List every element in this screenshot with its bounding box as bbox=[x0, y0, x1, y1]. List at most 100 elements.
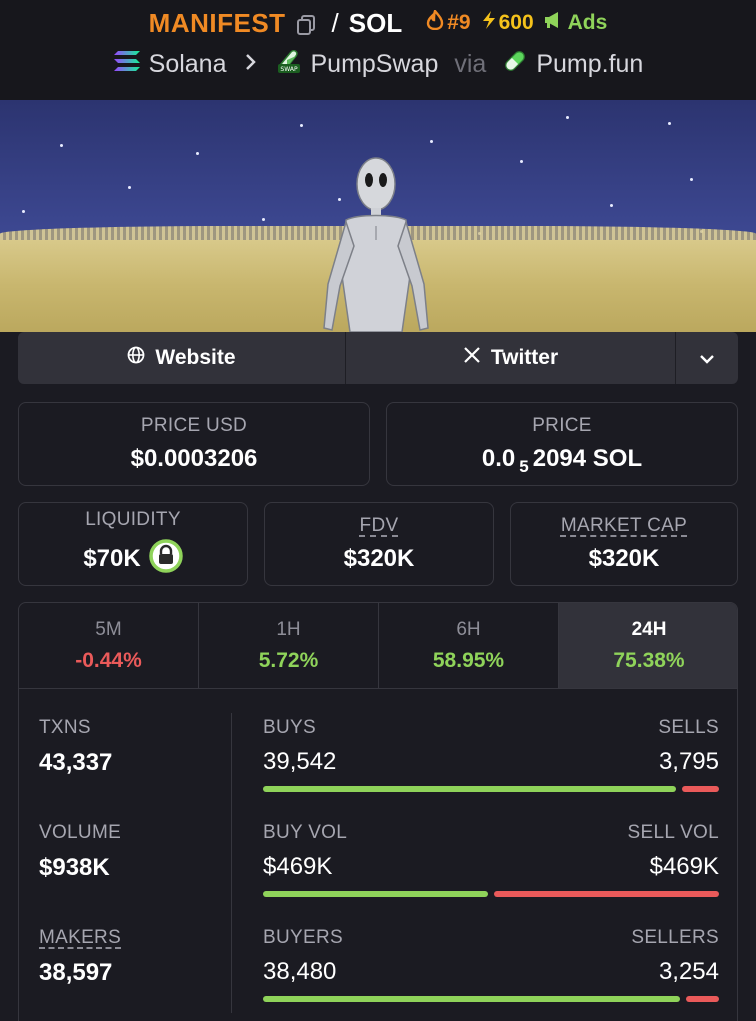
breadcrumb-dex[interactable]: SWAP PumpSwap bbox=[275, 48, 438, 81]
pill-icon bbox=[502, 48, 528, 81]
locked-liquidity-icon[interactable] bbox=[148, 538, 183, 580]
megaphone-icon bbox=[544, 11, 564, 35]
buys-sells-labels: BUYS SELLS bbox=[263, 717, 719, 739]
market-cap-card: MARKET CAP $320K bbox=[510, 502, 738, 586]
boost-count[interactable]: 600 bbox=[481, 10, 534, 36]
trending-rank[interactable]: #9 bbox=[426, 8, 471, 36]
price-usd-label: PRICE USD bbox=[140, 415, 248, 436]
more-links-button[interactable] bbox=[676, 332, 738, 384]
tab-6h[interactable]: 6H 58.95% bbox=[379, 603, 559, 688]
liquidity-card: LIQUIDITY $70K bbox=[18, 502, 248, 586]
token-symbol[interactable]: MANIFEST bbox=[149, 8, 286, 39]
twitter-button[interactable]: Twitter bbox=[346, 332, 676, 384]
sell-vol-bar bbox=[494, 891, 719, 897]
liquidity-value-row: $70K bbox=[83, 538, 183, 580]
tab-label: 5M bbox=[95, 618, 122, 640]
buy-vol-value: $469K bbox=[263, 853, 333, 880]
website-button[interactable]: Website bbox=[18, 332, 346, 384]
breadcrumb-launchpad[interactable]: Pump.fun bbox=[502, 48, 643, 81]
price-native-card: PRICE 0.0 5 2094 SOL bbox=[386, 402, 738, 486]
buyers-sellers-ratio-bar bbox=[263, 996, 719, 1002]
chevron-right-icon bbox=[245, 51, 257, 77]
txns-value: 43,337 bbox=[39, 749, 113, 776]
token-banner bbox=[0, 100, 756, 332]
tab-change: 75.38% bbox=[613, 648, 685, 672]
price-native-value: 0.0 5 2094 SOL bbox=[481, 445, 643, 476]
sell-vol-value: $469K bbox=[649, 853, 719, 880]
lightning-icon bbox=[481, 10, 497, 36]
tab-1h[interactable]: 1H 5.72% bbox=[199, 603, 379, 688]
volume-split-values: $469K $469K bbox=[263, 853, 719, 881]
ads-link[interactable]: Ads bbox=[544, 11, 608, 35]
pair-separator: / bbox=[331, 7, 339, 38]
stats-panel: 5M -0.44% 1H 5.72% 6H 58.95% 24H 75.38% … bbox=[18, 602, 738, 1021]
tab-change: 5.72% bbox=[258, 648, 319, 672]
market-cap-label[interactable]: MARKET CAP bbox=[561, 515, 687, 537]
via-label: via bbox=[454, 49, 487, 78]
price-usd-value: $0.0003206 bbox=[130, 445, 258, 472]
flame-icon bbox=[426, 8, 444, 36]
fdv-value: $320K bbox=[343, 545, 415, 572]
sell-vol-label: SELL VOL bbox=[627, 822, 719, 843]
stats-divider bbox=[231, 713, 232, 1013]
market-cap-value: $320K bbox=[588, 545, 660, 572]
svg-text:SWAP: SWAP bbox=[280, 66, 298, 73]
quote-symbol: SOL bbox=[348, 7, 403, 38]
price-usd-card: PRICE USD $0.0003206 bbox=[18, 402, 370, 486]
txns-stat: TXNS 43,337 bbox=[39, 717, 112, 777]
makers-stat: MAKERS 38,597 bbox=[39, 927, 121, 987]
chevron-down-icon bbox=[699, 346, 715, 370]
tab-24h[interactable]: 24H 75.38% bbox=[559, 603, 737, 688]
price-suffix: 2094 SOL bbox=[532, 445, 643, 472]
buys-sells-stat: BUYS SELLS 39,542 3,795 bbox=[263, 717, 719, 792]
volume-label: VOLUME bbox=[39, 822, 122, 843]
tab-change: -0.44% bbox=[75, 648, 142, 672]
buyers-label: BUYERS bbox=[263, 927, 343, 948]
price-native-label: PRICE bbox=[532, 415, 592, 436]
timeframe-tabs: 5M -0.44% 1H 5.72% 6H 58.95% 24H 75.38% bbox=[19, 603, 737, 689]
tab-label: 1H bbox=[276, 618, 301, 640]
buy-sell-volume-stat: BUY VOL SELL VOL $469K $469K bbox=[263, 822, 719, 897]
pair-header: MANIFEST / SOL #9 600 Ads Solana SWAP Pu… bbox=[0, 0, 756, 100]
sellers-label: SELLERS bbox=[631, 927, 719, 948]
fdv-label[interactable]: FDV bbox=[360, 515, 399, 537]
makers-value: 38,597 bbox=[39, 959, 113, 986]
price-prefix: 0.0 bbox=[481, 445, 516, 472]
fdv-card: FDV $320K bbox=[264, 502, 494, 586]
buys-sells-ratio-bar bbox=[263, 786, 719, 792]
tab-label: 6H bbox=[456, 618, 481, 640]
buyers-sellers-stat: BUYERS SELLERS 38,480 3,254 bbox=[263, 927, 719, 1002]
volume-stat: VOLUME $938K bbox=[39, 822, 121, 882]
volume-ratio-bar bbox=[263, 891, 719, 897]
buys-bar bbox=[263, 786, 676, 792]
tab-5m[interactable]: 5M -0.44% bbox=[19, 603, 199, 688]
chain-name: Solana bbox=[148, 49, 227, 78]
buyers-sellers-labels: BUYERS SELLERS bbox=[263, 927, 719, 949]
makers-label[interactable]: MAKERS bbox=[39, 927, 121, 949]
buyers-sellers-values: 38,480 3,254 bbox=[263, 958, 719, 986]
buys-value: 39,542 bbox=[263, 748, 337, 775]
price-subscript-zeros: 5 bbox=[519, 457, 529, 476]
launchpad-name: Pump.fun bbox=[536, 49, 644, 78]
breadcrumb-chain[interactable]: Solana bbox=[113, 50, 227, 79]
pumpswap-icon: SWAP bbox=[275, 48, 303, 81]
tab-label: 24H bbox=[631, 618, 667, 640]
sells-label: SELLS bbox=[658, 717, 719, 738]
globe-icon bbox=[127, 346, 145, 370]
buyers-value: 38,480 bbox=[263, 958, 337, 985]
sells-value: 3,795 bbox=[658, 748, 719, 775]
copy-icon[interactable] bbox=[296, 12, 316, 35]
rank-value: #9 bbox=[447, 11, 471, 34]
solana-icon bbox=[113, 50, 141, 79]
liquidity-label: LIQUIDITY bbox=[85, 508, 181, 530]
buys-label: BUYS bbox=[263, 717, 316, 738]
sells-bar bbox=[682, 786, 719, 792]
alien-figure-in-field-icon bbox=[323, 157, 429, 332]
website-label: Website bbox=[155, 346, 236, 369]
breadcrumb: Solana SWAP PumpSwap via Pump.fun bbox=[0, 46, 756, 82]
social-links-bar: Website Twitter bbox=[18, 332, 738, 384]
tab-change: 58.95% bbox=[432, 648, 505, 672]
ads-label: Ads bbox=[567, 11, 608, 34]
txns-label: TXNS bbox=[39, 717, 91, 738]
sellers-bar bbox=[686, 996, 719, 1002]
